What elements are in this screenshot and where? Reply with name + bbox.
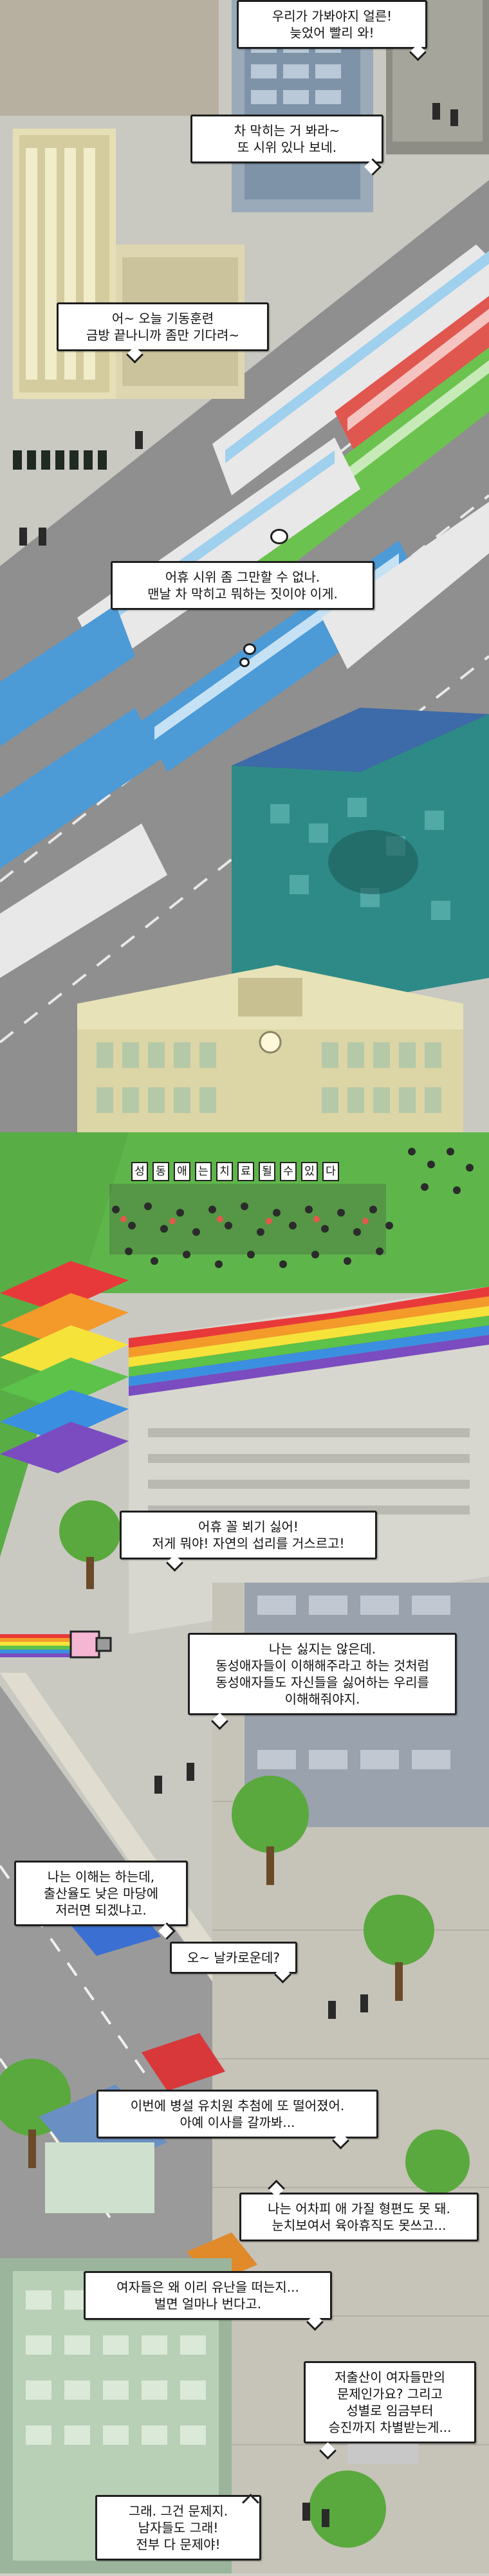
speech-bubble-disgust: 어휴 꼴 뵈기 싫어! 저게 뭐야! 자연의 섭리를 거스르고!: [120, 1511, 377, 1559]
bubble-line: 전부 다 문제야!: [136, 2537, 221, 2552]
speech-bubble-birthrate: 나는 이해는 하는데, 출산율도 낮은 마당에 저러면 되겠냐고.: [14, 1861, 188, 1926]
banner-letter: 수: [280, 1162, 297, 1181]
bubble-line: 문제인가요? 그리고: [337, 2386, 443, 2402]
nyan-cat: [0, 1630, 112, 1659]
speech-bubble-hurry: 우리가 가봐야지 얼른! 늦었어 빨리 와!: [237, 0, 427, 49]
banner-letter: 될: [259, 1162, 275, 1181]
bubble-line: 이해해줘야지.: [284, 1691, 360, 1707]
speech-bubble-police-training: 어~ 오늘 기동훈련 금방 끝나니까 좀만 기다려~: [57, 302, 269, 351]
bubble-line: 늦었어 빨리 와!: [290, 25, 374, 41]
bubble-line: 성별로 임금부터: [346, 2403, 434, 2418]
bubble-line: 나는 이해는 하는데,: [47, 1869, 155, 1884]
speech-bubble-sharp: 오~ 날카로운데?: [170, 1942, 297, 1974]
bubble-line: 저러면 되겠냐고.: [55, 1902, 147, 1918]
banner-letter: 는: [195, 1162, 212, 1181]
bubble-line: 어~ 오늘 기동훈련: [111, 311, 214, 326]
banner-letter: 있: [301, 1162, 318, 1181]
bubble-line: 오~ 날카로운데?: [187, 1950, 281, 1965]
bubble-line: 또 시위 있나 보네.: [237, 140, 337, 155]
speech-bubble-discrimination: 저출산이 여자들만의 문제인가요? 그리고 성별로 임금부터 승진까지 차별받는…: [304, 2361, 476, 2443]
bubble-line: 남자들도 그래!: [138, 2520, 219, 2535]
city-scene: 성동애는치료될수있다 우리가 가봐야지 얼른! 늦었어 빨리 와! 차 막히는 …: [0, 0, 489, 2573]
bubble-line: 저게 뭐야! 자연의 섭리를 거스르고!: [152, 1536, 345, 1551]
thought-bubble-protest: 어휴 시위 좀 그만할 수 없나. 맨날 차 막히고 뭐하는 짓이야 이게.: [111, 561, 374, 610]
banner-letter: 치: [216, 1162, 233, 1181]
speech-bubble-traffic: 차 막히는 거 봐라~ 또 시위 있나 보네.: [190, 115, 383, 163]
banner-letter: 성: [131, 1162, 148, 1181]
bubble-line: 동성애자들도 자신들을 싫어하는 우리를: [216, 1675, 429, 1690]
speech-bubble-kindergarten: 이번에 병설 유치원 추첨에 또 떨어졌어. 아예 이사를 갈까봐...: [97, 2090, 378, 2139]
banner-letter: 동: [152, 1162, 169, 1181]
banner-letter: 다: [322, 1162, 339, 1181]
banner-letter: 료: [237, 1162, 254, 1181]
bubble-line: 나는 어차피 애 가질 형편도 못 돼.: [268, 2201, 450, 2216]
speech-bubble-everything-problem: 그래. 그건 문제지. 남자들도 그래! 전부 다 문제야!: [95, 2495, 261, 2561]
bubble-line: 벌면 얼마나 번다고.: [154, 2296, 262, 2312]
bubble-line: 눈치보여서 육아휴직도 못쓰고...: [272, 2218, 447, 2233]
bubble-line: 이번에 병설 유치원 추첨에 또 떨어졌어.: [130, 2098, 345, 2113]
banner-letter: 애: [174, 1162, 190, 1181]
bubble-line: 어휴 꼴 뵈기 싫어!: [198, 1519, 299, 1534]
speech-bubble-parental-leave: 나는 어차피 애 가질 형편도 못 돼. 눈치보여서 육아휴직도 못쓰고...: [239, 2193, 479, 2241]
rainbow-building: [129, 1287, 489, 1634]
bubble-line: 나는 싫지는 않은데.: [268, 1641, 376, 1657]
bubble-line: 차 막히는 거 봐라~: [234, 123, 340, 138]
speech-bubble-understanding: 나는 싫지는 않은데. 동성애자들이 이해해주라고 하는 것처럼 동성애자들도 …: [188, 1633, 457, 1715]
bubble-line: 어휴 시위 좀 그만할 수 없나.: [165, 569, 320, 585]
city-illustration: [0, 0, 489, 2573]
bubble-line: 여자들은 왜 이리 유난을 떠는지...: [116, 2279, 299, 2295]
bubble-line: 금방 끝나니까 좀만 기다려~: [86, 327, 240, 343]
bubble-line: 맨날 차 막히고 뭐하는 짓이야 이게.: [147, 586, 338, 602]
bubble-line: 승진까지 차별받는게...: [328, 2420, 452, 2435]
bubble-line: 저출산이 여자들만의: [335, 2369, 445, 2385]
bubble-line: 우리가 가봐야지 얼른!: [272, 8, 392, 24]
speech-bubble-women-fuss: 여자들은 왜 이리 유난을 떠는지... 벌면 얼마나 번다고.: [84, 2271, 332, 2320]
bubble-line: 동성애자들이 이해해주라고 하는 것처럼: [216, 1658, 429, 1673]
bubble-line: 그래. 그건 문제지.: [128, 2503, 228, 2519]
bubble-line: 출산율도 낮은 마당에: [43, 1886, 159, 1901]
bubble-line: 아예 이사를 갈까봐...: [180, 2115, 295, 2130]
